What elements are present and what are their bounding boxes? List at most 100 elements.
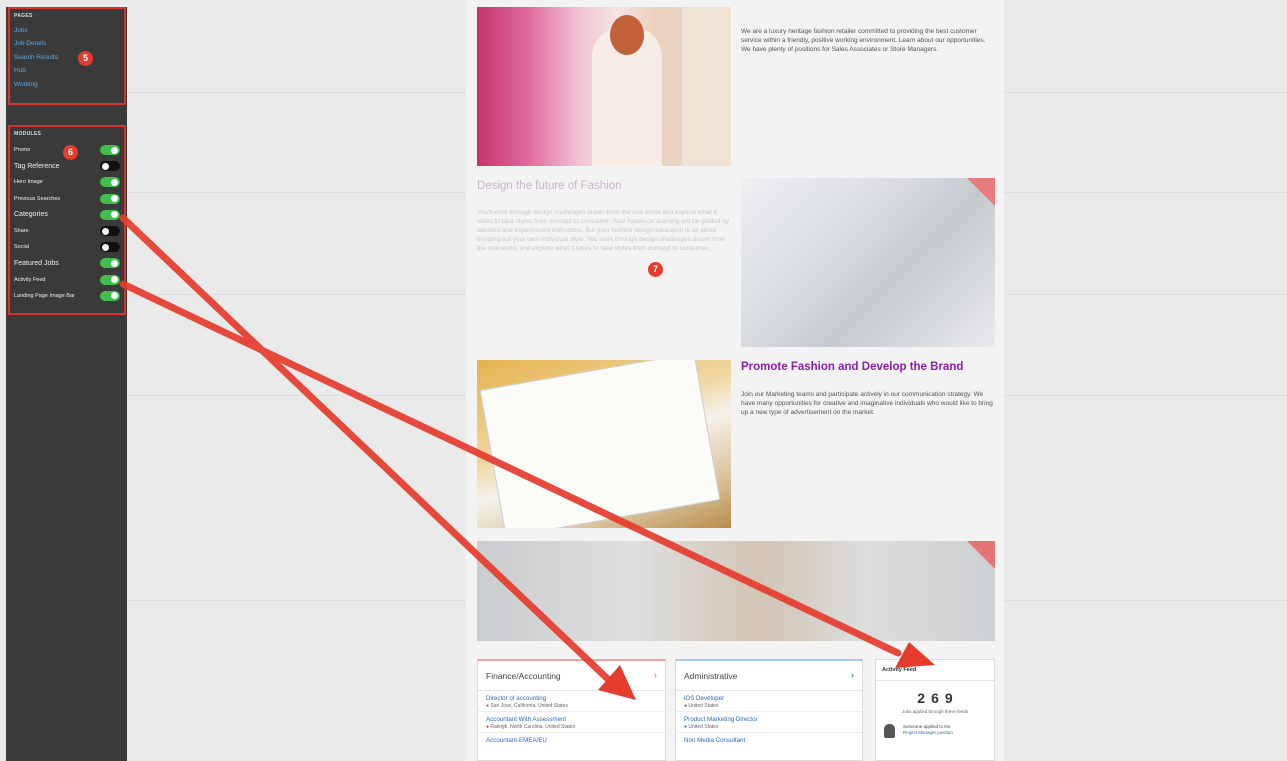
location-pin-icon: ●: [684, 724, 688, 730]
module-toggle-tag-reference[interactable]: [100, 161, 120, 172]
module-toggle-landing-page-image-bar[interactable]: [100, 290, 120, 301]
activity-item-lead: Someone applied to the: [903, 724, 951, 729]
location-pin-icon: ●: [684, 703, 688, 709]
module-toggle-activity-feed[interactable]: [100, 274, 120, 285]
intro-text: We are a luxury heritage fashion retaile…: [741, 28, 986, 53]
page-link-job-details[interactable]: Job Details: [14, 37, 120, 50]
module-label: Tag Reference: [14, 162, 60, 170]
step-badge-5: 5: [78, 51, 93, 66]
step-badge-7: 7: [648, 262, 663, 277]
job-title[interactable]: Product Marketing Director: [684, 716, 854, 723]
module-row-share: Share: [14, 223, 120, 239]
job-location: ● United States: [684, 724, 854, 730]
location-pin-icon: ●: [486, 703, 490, 709]
design-studio-image: [741, 178, 995, 347]
module-label: Social: [14, 244, 29, 251]
module-label: Landing Page Image Bar: [14, 292, 75, 299]
job-location: ● Raleigh, North Carolina, United States: [486, 724, 657, 730]
location-pin-icon: ●: [486, 724, 490, 730]
module-label: Hero Image: [14, 179, 43, 186]
module-label: Featured Jobs: [14, 259, 59, 267]
module-row-activity-feed: Activity Feed: [14, 272, 120, 288]
module-row-tag-reference: Tag Reference: [14, 158, 120, 174]
module-label: Activity Feed: [14, 276, 46, 283]
activity-item: Someone applied to the Project Manager p…: [876, 714, 994, 748]
job-title[interactable]: iOS Developer: [684, 695, 854, 702]
module-toggle-hero-image[interactable]: [100, 177, 120, 188]
pages-title: PAGES: [14, 13, 33, 19]
job-item[interactable]: Accountant-EMEA/EU: [478, 733, 665, 746]
module-label: Share: [14, 228, 29, 235]
marketing-sketch-image: [477, 360, 731, 528]
shelf-shape: [682, 7, 731, 166]
job-location-text: United States: [688, 703, 719, 709]
corner-ribbon: [967, 178, 995, 206]
job-title[interactable]: Accountant With Assessment: [486, 716, 657, 723]
card-title: Administrative: [684, 670, 738, 681]
activity-item-link[interactable]: Project Manager position: [903, 730, 953, 735]
activity-item-text: Someone applied to the Project Manager p…: [903, 724, 953, 736]
corner-ribbon: [967, 541, 995, 569]
job-item[interactable]: Non Media Consultant: [676, 733, 862, 746]
job-title[interactable]: Non Media Consultant: [684, 737, 854, 744]
page-content: We are a luxury heritage fashion retaile…: [466, 0, 1004, 761]
card-title: Finance/Accounting: [486, 670, 561, 681]
activity-feed-card: Activity Feed 2 6 9 Jobs applied through…: [875, 659, 995, 761]
job-location: ● San Jose, California, United States: [486, 703, 657, 709]
office-banner-image: [477, 541, 995, 641]
card-header: Administrative ›: [676, 661, 862, 691]
job-title[interactable]: Director of accounting: [486, 695, 657, 702]
job-location: ● United States: [684, 703, 854, 709]
category-card-finance[interactable]: Finance/Accounting › Director of account…: [477, 659, 666, 761]
job-location-text: Raleigh, North Carolina, United States: [490, 724, 576, 730]
job-item[interactable]: Director of accounting ● San Jose, Calif…: [478, 691, 665, 712]
counter-digit: 2: [917, 690, 926, 706]
module-label: Categories: [14, 211, 48, 219]
module-label: Previous Searches: [14, 195, 61, 202]
module-toggle-featured-jobs[interactable]: [100, 258, 120, 269]
modules-title: MODULES: [14, 131, 42, 137]
job-item[interactable]: Product Marketing Director ● United Stat…: [676, 712, 862, 733]
category-card-administrative[interactable]: Administrative › iOS Developer ● United …: [675, 659, 863, 761]
module-row-categories: Categories: [14, 207, 120, 223]
page-link-jobs[interactable]: Jobs: [14, 24, 120, 37]
sidebar: PAGES Jobs Job Details Search Results Hu…: [6, 7, 127, 761]
activity-feed-title: Activity Feed: [876, 660, 994, 681]
step-badge-6: 6: [63, 145, 78, 160]
pages-panel: PAGES Jobs Job Details Search Results Hu…: [8, 7, 126, 105]
module-label: Promo: [14, 147, 31, 154]
chevron-right-icon[interactable]: ›: [851, 670, 854, 681]
module-row-landing-page-image-bar: Landing Page Image Bar: [14, 288, 120, 304]
design-heading: Design the future of Fashion: [477, 180, 622, 192]
module-toggle-social[interactable]: [100, 242, 120, 253]
module-row-previous-searches: Previous Searches: [14, 191, 120, 207]
module-row-social: Social: [14, 239, 120, 255]
module-toggle-categories[interactable]: [100, 209, 120, 220]
card-header: Finance/Accounting ›: [478, 661, 665, 691]
job-location-text: United States: [688, 724, 719, 730]
page-link-search-results[interactable]: Search Results: [14, 51, 120, 64]
job-location-text: San Jose, California, United States: [490, 703, 568, 709]
promote-heading: Promote Fashion and Develop the Brand: [741, 361, 964, 373]
job-item[interactable]: iOS Developer ● United States: [676, 691, 862, 712]
modules-panel: MODULES 6 Promo Tag Reference Hero Image…: [8, 125, 126, 315]
module-row-hero-image: Hero Image: [14, 174, 120, 190]
counter-digit: 9: [944, 690, 953, 706]
module-toggle-previous-searches[interactable]: [100, 193, 120, 204]
module-toggle-promo[interactable]: [100, 145, 120, 156]
job-item[interactable]: Accountant With Assessment ● Raleigh, No…: [478, 712, 665, 733]
promote-text: Join our Marketing teams and participate…: [741, 391, 993, 416]
job-title[interactable]: Accountant-EMEA/EU: [486, 737, 657, 744]
module-row-featured-jobs: Featured Jobs: [14, 255, 120, 271]
page-link-hub[interactable]: Hub: [14, 64, 120, 77]
module-toggle-share[interactable]: [100, 226, 120, 237]
chevron-right-icon[interactable]: ›: [654, 670, 657, 681]
fashion-boutique-image: [477, 7, 731, 166]
page-link-working[interactable]: Working: [14, 78, 120, 91]
counter-digit: 6: [931, 690, 939, 706]
design-text: You'll work through design challenges dr…: [477, 209, 730, 252]
user-avatar-icon: [884, 724, 895, 738]
activity-counter: 2 6 9: [876, 690, 994, 706]
paper-shape: [479, 360, 721, 528]
hair-shape: [610, 15, 644, 55]
